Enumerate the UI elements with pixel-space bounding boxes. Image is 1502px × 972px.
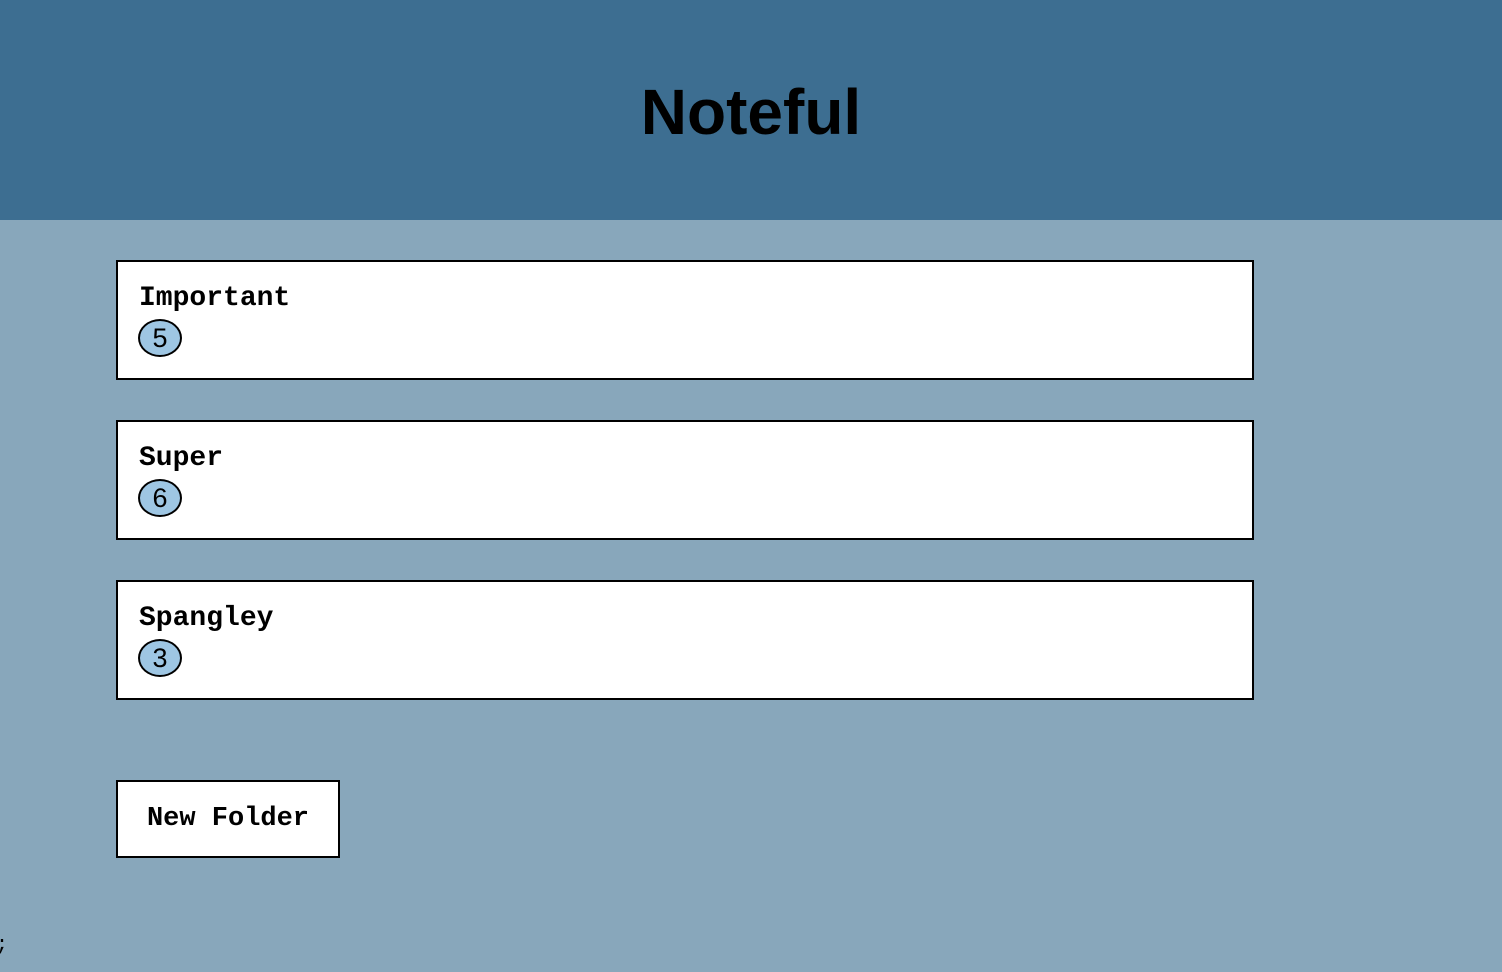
folder-name: Important	[139, 283, 291, 314]
app-title: Noteful	[640, 76, 862, 148]
folder-item-super[interactable]: Super 6	[116, 420, 1254, 540]
corner-glyph: ;	[0, 934, 8, 958]
folder-name: Spangley	[139, 603, 274, 634]
folder-list: Important 5 Super 6 Spangley 3	[116, 260, 1254, 740]
folder-item-important[interactable]: Important 5	[116, 260, 1254, 380]
note-count-badge: 5	[138, 319, 182, 357]
new-folder-button[interactable]: New Folder	[116, 780, 340, 858]
note-count-badge: 6	[138, 479, 182, 517]
folder-item-spangley[interactable]: Spangley 3	[116, 580, 1254, 700]
note-count-badge: 3	[138, 639, 182, 677]
folder-name: Super	[139, 443, 224, 474]
app-header: Noteful	[0, 0, 1502, 220]
